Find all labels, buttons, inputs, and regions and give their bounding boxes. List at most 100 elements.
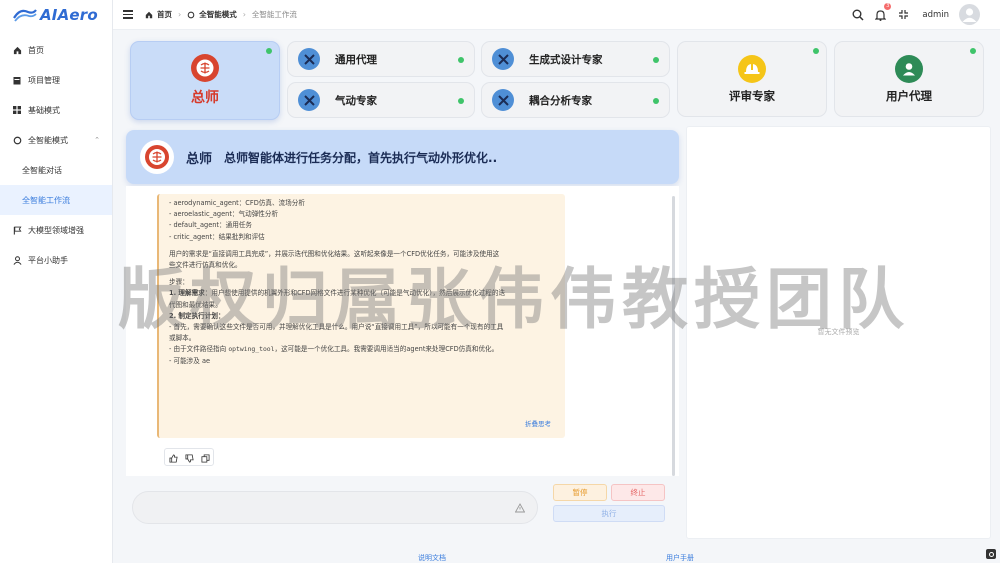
chevron-up-icon: ⌃ <box>94 136 100 144</box>
thumbs-up-icon[interactable] <box>168 448 178 467</box>
sidebar-item-label: 项目管理 <box>28 75 60 85</box>
brain-icon <box>191 54 219 82</box>
tools-icon <box>298 48 320 70</box>
breadcrumb-home[interactable]: 首页 <box>145 9 172 20</box>
agent-card-review[interactable]: 评审专家 <box>677 41 827 117</box>
message-line: 1. 理解需求：用户想使用提供的机翼外形和CFD网格文件进行某种优化（可能是气动… <box>169 288 555 299</box>
sidebar-item-home[interactable]: 首页 <box>0 35 112 65</box>
notification-badge: 3 <box>884 3 892 10</box>
sidebar-item-label: 大模型领域增强 <box>28 225 84 235</box>
breadcrumb-current: 全智能工作流 <box>252 9 297 20</box>
settings-corner-icon[interactable] <box>986 549 996 559</box>
message-line: - default_agent：通用任务 <box>169 221 252 230</box>
agent-card-master[interactable]: 总师 <box>130 41 280 120</box>
sidebar-item-label: 基础模式 <box>28 105 60 115</box>
sidebar: AIAero 首页 项目管理 基础模式 全智能模式 ⌃ 全智能对话 全智能工作流… <box>0 0 113 563</box>
file-preview-panel: 暂无文件预览 <box>686 126 991 539</box>
breadcrumb-separator: › <box>242 10 246 19</box>
sidebar-item-label: 平台小助手 <box>28 255 68 265</box>
sidebar-item-label: 首页 <box>28 45 44 55</box>
sidebar-nav: 首页 项目管理 基础模式 全智能模式 ⌃ 全智能对话 全智能工作流 大模型领域增… <box>0 35 112 275</box>
message-bold: 1. 理解需求 <box>169 289 205 298</box>
online-status-dot <box>266 48 272 54</box>
copy-icon[interactable] <box>200 448 210 467</box>
message-line: - 由于文件路径指向 optwing_tool，这可能是一个优化工具。我需要调用… <box>169 344 555 355</box>
thumbs-down-icon[interactable] <box>184 448 194 467</box>
username[interactable]: admin <box>922 10 949 20</box>
breadcrumb-label: 全智能模式 <box>199 10 237 19</box>
breadcrumb: 首页 › 全智能模式 › 全智能工作流 <box>145 9 297 20</box>
circle-icon <box>187 11 195 18</box>
sidebar-item-full-ai-chat[interactable]: 全智能对话 <box>0 155 112 185</box>
chat-message-area[interactable]: - aerodynamic_agent：CFD仿真、流场分析 - aeroela… <box>126 186 679 476</box>
topbar-actions: 3 admin <box>841 3 980 25</box>
flag-icon <box>12 225 22 235</box>
agent-card-coupling[interactable]: 耦合分析专家 <box>481 82 670 118</box>
agent-card-gen-design[interactable]: 生成式设计专家 <box>481 41 670 77</box>
message-text: ：用户想使用提供的机翼外形和CFD网格文件进行某种优化（可能是气动优化），然后展… <box>204 289 506 298</box>
sidebar-item-llm-enhance[interactable]: 大模型领域增强 <box>0 215 112 245</box>
sidebar-item-full-ai-workflow[interactable]: 全智能工作流 <box>0 185 112 215</box>
chat-input[interactable] <box>133 492 537 523</box>
message-line: 2. 制定执行计划： <box>169 311 225 320</box>
warning-icon <box>515 503 525 513</box>
chat-agent-name: 总师 <box>186 151 213 167</box>
tools-icon <box>492 48 514 70</box>
agent-label: 气动专家 <box>335 94 377 107</box>
online-status-dot <box>653 57 659 63</box>
agent-label: 总师 <box>191 90 219 106</box>
tools-icon <box>298 89 320 111</box>
online-status-dot <box>458 57 464 63</box>
agent-label: 生成式设计专家 <box>529 53 603 66</box>
sidebar-item-basic-mode[interactable]: 基础模式 <box>0 95 112 125</box>
home-icon <box>145 11 153 18</box>
breadcrumb-separator: › <box>178 10 182 19</box>
message-line: - 首先，需要确认这些文件是否可用，并理解优化工具是什么。用户说“直接调用工具”… <box>169 323 504 332</box>
run-button[interactable]: 执行 <box>553 505 665 522</box>
agent-card-general[interactable]: 通用代理 <box>287 41 475 77</box>
online-status-dot <box>970 48 976 54</box>
topbar: 首页 › 全智能模式 › 全智能工作流 3 admin <box>113 0 1000 30</box>
message-line: - aeroelastic_agent：气动弹性分析 <box>169 210 279 219</box>
tools-icon <box>492 89 514 111</box>
sidebar-item-label: 全智能模式 <box>28 135 68 145</box>
message-actions <box>164 448 214 466</box>
brand-name: AIAero <box>40 6 98 24</box>
message-line: - critic_agent：结果批判和评估 <box>169 232 265 241</box>
chat-input-box[interactable] <box>132 491 538 524</box>
message-line: 些文件进行仿真和优化。 <box>169 261 242 270</box>
menu-toggle-icon[interactable] <box>123 10 133 19</box>
manual-link[interactable]: 用户手册 <box>666 553 694 563</box>
sidebar-item-assistant[interactable]: 平台小助手 <box>0 245 112 275</box>
pause-button[interactable]: 暂停 <box>553 484 607 501</box>
bell-icon[interactable]: 3 <box>874 3 892 21</box>
circle-icon <box>12 135 22 145</box>
agent-label: 通用代理 <box>335 53 377 66</box>
search-icon[interactable] <box>851 8 864 21</box>
brain-icon <box>140 140 174 174</box>
chat-scrollbar[interactable] <box>672 196 675 476</box>
brand-logo[interactable]: AIAero <box>0 0 112 30</box>
breadcrumb-label: 全智能工作流 <box>251 10 297 19</box>
avatar[interactable] <box>959 4 980 25</box>
thinking-message: - aerodynamic_agent：CFD仿真、流场分析 - aeroela… <box>157 194 565 438</box>
grid-icon <box>12 105 22 115</box>
chat-status-text: 总师智能体进行任务分配，首先执行气动外形优化.. <box>224 150 498 165</box>
agent-label: 评审专家 <box>729 88 775 103</box>
sidebar-item-full-ai-mode[interactable]: 全智能模式 ⌃ <box>0 125 112 155</box>
message-line: - aerodynamic_agent：CFD仿真、流场分析 <box>169 199 305 207</box>
agent-card-aero[interactable]: 气动专家 <box>287 82 475 118</box>
collapse-thinking-link[interactable]: 折叠思考 <box>525 419 551 430</box>
breadcrumb-full-ai-mode[interactable]: 全智能模式 <box>187 9 237 20</box>
stop-button[interactable]: 终止 <box>611 484 665 501</box>
docs-link[interactable]: 说明文档 <box>418 553 446 563</box>
sidebar-item-label: 全智能对话 <box>22 165 62 175</box>
user-icon <box>12 255 22 265</box>
fullscreen-icon[interactable] <box>897 8 910 21</box>
message-line: - 可能涉及 ae <box>169 356 211 365</box>
agent-card-user[interactable]: 用户代理 <box>834 41 984 117</box>
home-icon <box>12 45 22 55</box>
sidebar-item-projects[interactable]: 项目管理 <box>0 65 112 95</box>
message-code: optwing_tool <box>228 345 275 354</box>
agent-label: 用户代理 <box>886 88 932 103</box>
